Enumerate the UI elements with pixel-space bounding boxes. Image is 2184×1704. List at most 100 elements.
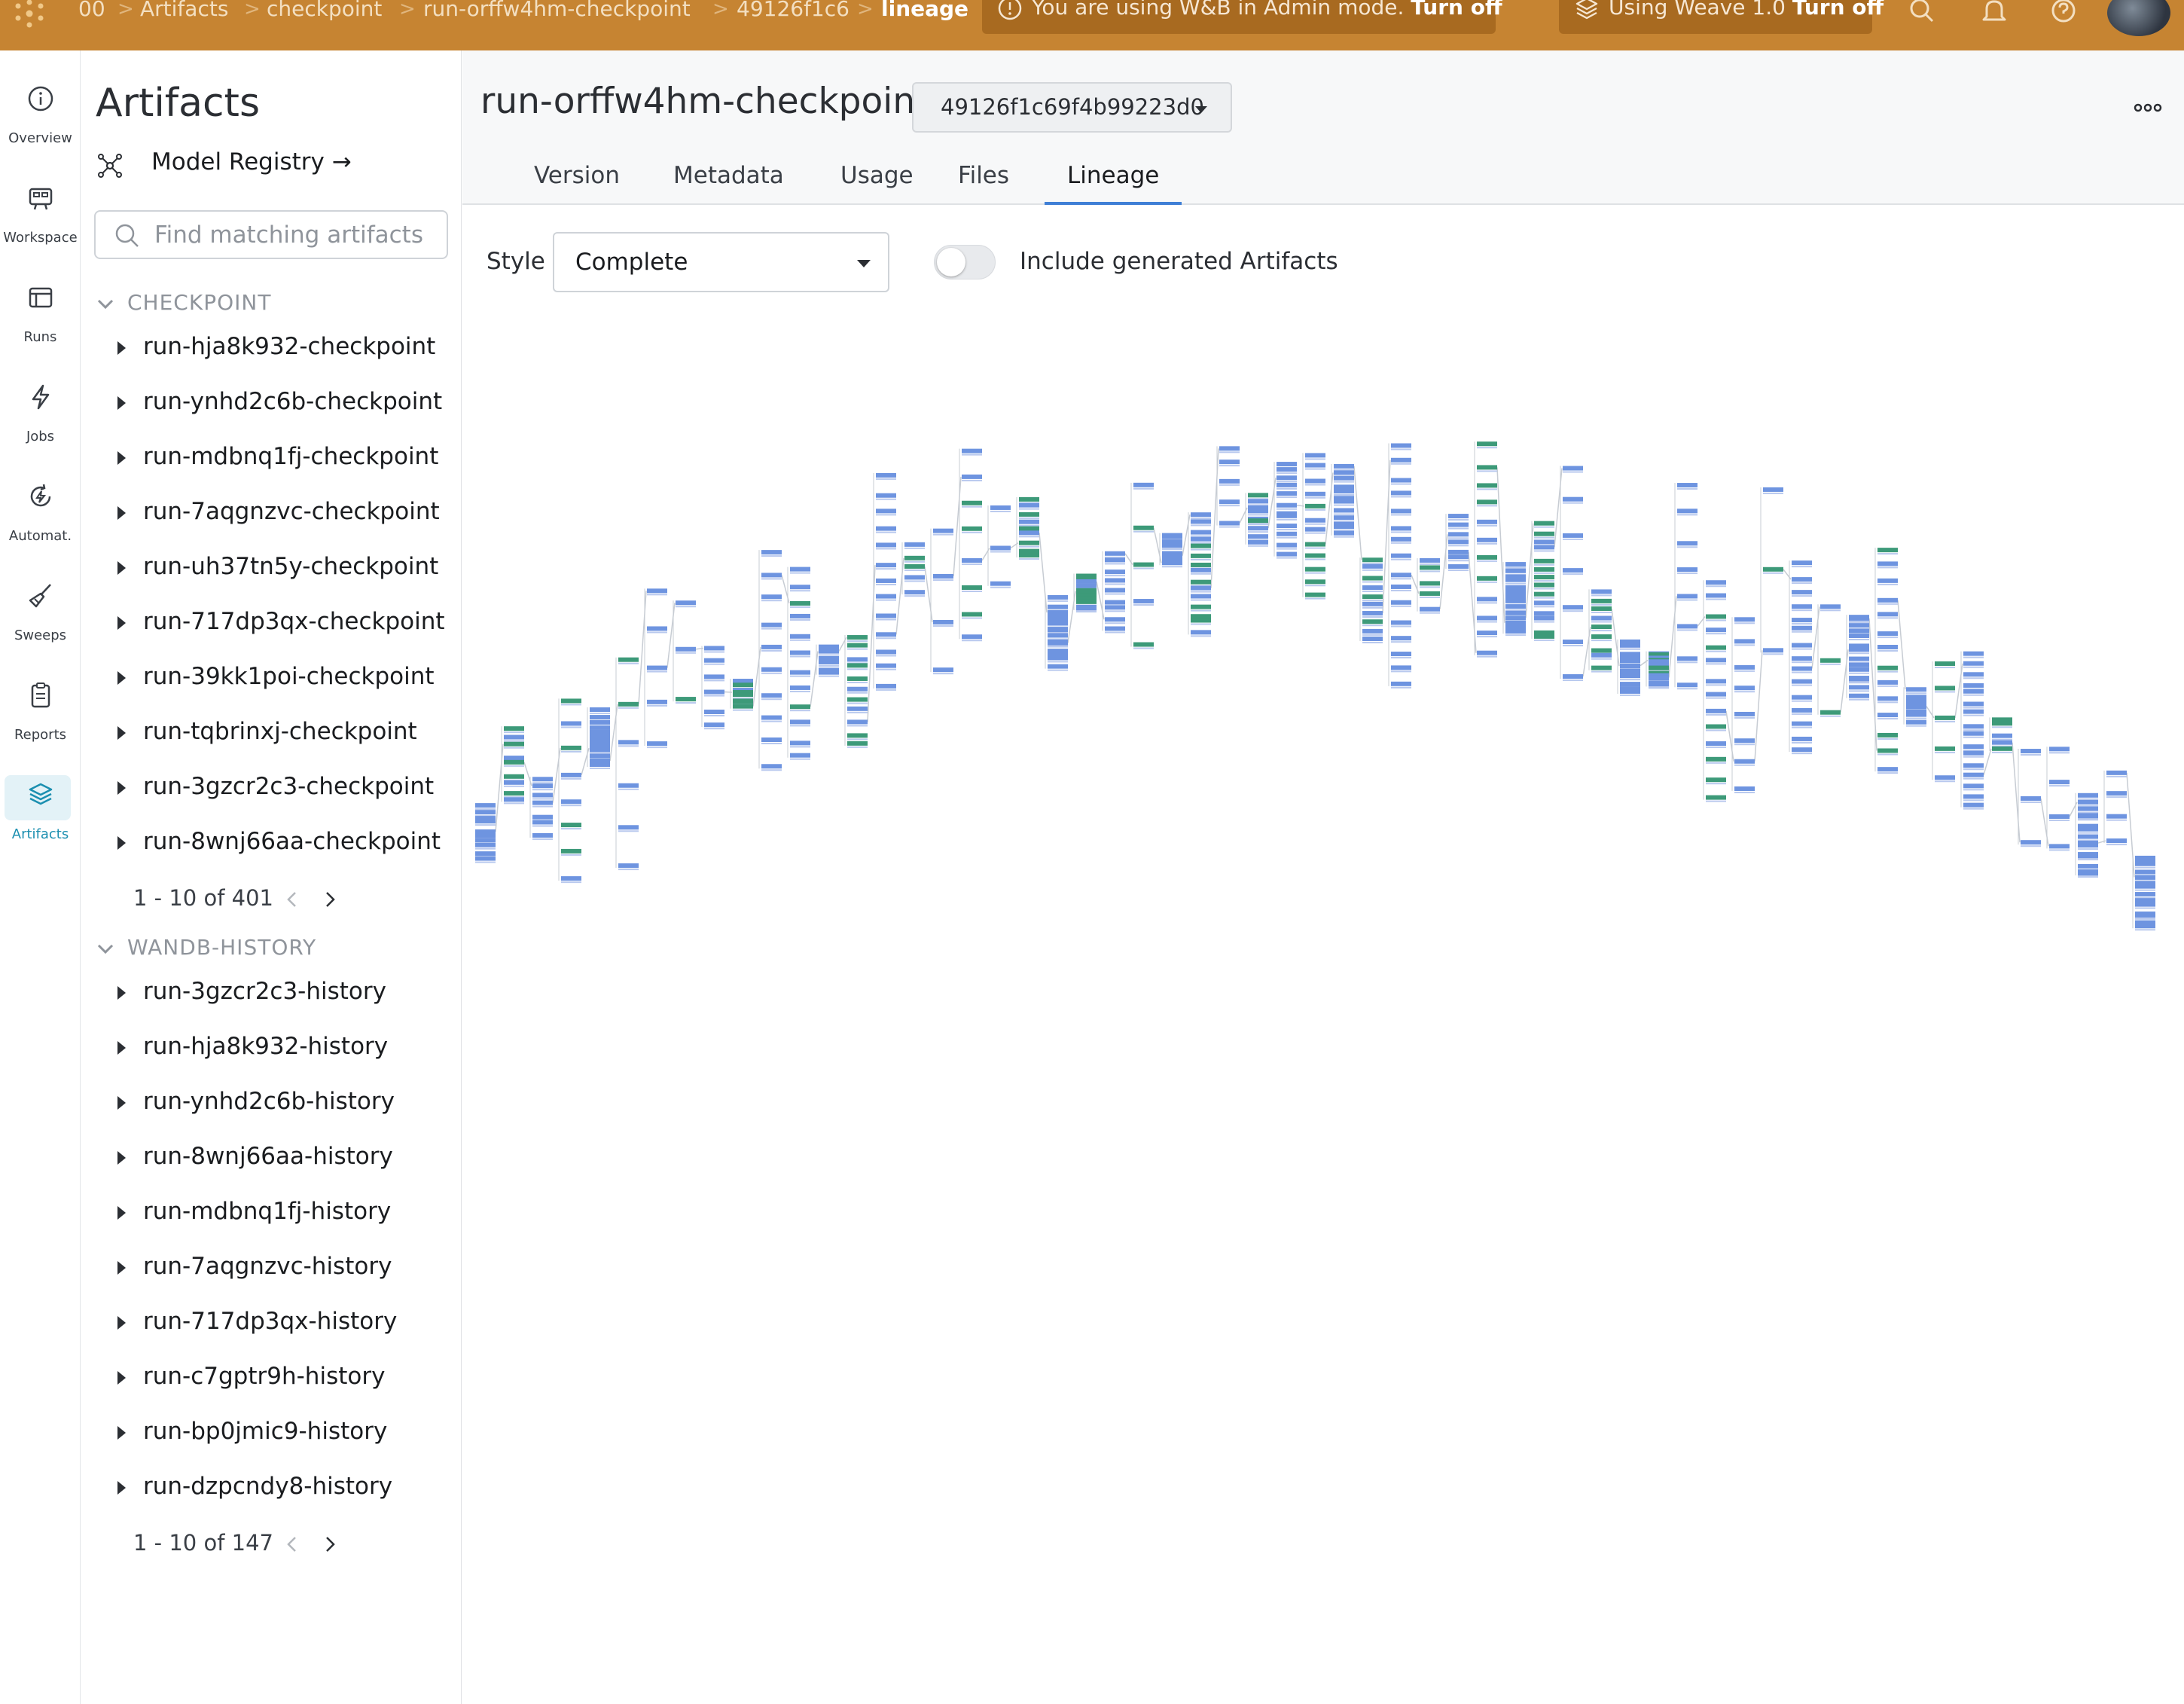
tab-lineage[interactable]: Lineage (1045, 159, 1182, 205)
help-icon[interactable] (2048, 0, 2079, 27)
artifact-list-item[interactable]: run-ynhd2c6b-checkpoint (117, 388, 449, 423)
nav-automations[interactable]: Automat. (0, 463, 81, 554)
artifact-list-item[interactable]: run-mdbnq1fj-checkpoint (117, 443, 449, 478)
lineage-node (704, 722, 724, 728)
nav-jobs[interactable]: Jobs (0, 364, 81, 454)
artifact-list-label: run-8wnj66aa-checkpoint (143, 828, 441, 855)
lineage-node-subtitle (618, 788, 639, 790)
artifact-list-item[interactable]: run-bp0jmic9-history (117, 1418, 449, 1452)
lineage-node (1391, 553, 1411, 558)
artifact-list-item[interactable]: run-717dp3qx-history (117, 1308, 449, 1342)
nav-workspace[interactable]: Workspace (0, 165, 81, 255)
artifact-list-item[interactable]: run-3gzcr2c3-checkpoint (117, 773, 449, 808)
bell-icon[interactable] (1979, 0, 2009, 27)
chevron-right-icon[interactable] (322, 890, 338, 909)
lineage-node (1277, 524, 1297, 529)
lineage-node (1191, 536, 1211, 542)
artifact-list-item[interactable]: run-3gzcr2c3-history (117, 978, 449, 1012)
nav-overview[interactable]: Overview (0, 66, 81, 156)
artifact-list-item[interactable]: run-39kk1poi-checkpoint (117, 663, 449, 698)
lineage-node-subtitle (1305, 458, 1325, 460)
tab-usage[interactable]: Usage (818, 159, 936, 205)
artifact-list-item[interactable]: run-8wnj66aa-history (117, 1143, 449, 1177)
section-header-wandb-history[interactable]: WANDB-HISTORY (96, 935, 442, 965)
caret-right-icon[interactable] (117, 1426, 126, 1440)
tab-files[interactable]: Files (935, 159, 1032, 205)
artifact-list-item[interactable]: run-ynhd2c6b-history (117, 1088, 449, 1122)
tab-metadata[interactable]: Metadata (651, 159, 807, 205)
artifact-list-item[interactable]: run-hja8k932-history (117, 1033, 449, 1067)
search-icon[interactable] (1907, 0, 1937, 27)
caret-right-icon[interactable] (117, 1151, 126, 1165)
lineage-node-subtitle (1963, 729, 1984, 731)
chevron-down-icon (97, 944, 114, 954)
weave-turn-off-button[interactable]: Turn off (1792, 0, 1884, 20)
search-input[interactable] (153, 218, 439, 252)
nav-artifacts[interactable]: Artifacts (0, 762, 81, 852)
style-dropdown[interactable]: Complete (553, 232, 889, 292)
caret-right-icon[interactable] (117, 616, 126, 630)
tab-version[interactable]: Version (511, 159, 642, 205)
lineage-edge (1754, 650, 1763, 762)
lineage-node (1448, 532, 1469, 537)
breadcrumb-artifact[interactable]: run-orffw4hm-checkpoint (423, 0, 691, 23)
chevron-left-icon[interactable] (284, 1535, 300, 1554)
admin-turn-off-button[interactable]: Turn off (1411, 0, 1502, 20)
caret-right-icon[interactable] (117, 396, 126, 410)
lineage-node (1362, 619, 1383, 624)
caret-right-icon[interactable] (117, 671, 126, 685)
chevron-left-icon[interactable] (284, 890, 300, 909)
wandb-logo-icon[interactable] (11, 0, 56, 30)
artifact-list-item[interactable]: run-hja8k932-checkpoint (117, 333, 449, 368)
artifact-list-item[interactable]: run-7aqgnzvc-history (117, 1253, 449, 1287)
caret-right-icon[interactable] (117, 1481, 126, 1495)
lineage-node (1191, 562, 1211, 567)
caret-right-icon[interactable] (117, 836, 126, 850)
caret-right-icon[interactable] (117, 1206, 126, 1220)
breadcrumb-artifacts[interactable]: Artifacts (140, 0, 228, 23)
caret-right-icon[interactable] (117, 986, 126, 1000)
caret-right-icon[interactable] (117, 561, 126, 575)
chevron-right-icon[interactable] (322, 1535, 338, 1554)
lineage-node-subtitle (1963, 656, 1984, 658)
version-dropdown[interactable]: 49126f1c69f4b99223d0 (912, 82, 1232, 133)
lineage-node (475, 819, 496, 824)
lineage-node-subtitle (1963, 677, 1984, 679)
breadcrumb-entity[interactable]: 00 (78, 0, 105, 23)
caret-right-icon[interactable] (117, 1316, 126, 1330)
info-icon (28, 86, 53, 111)
artifact-list-item[interactable]: run-7aqgnzvc-checkpoint (117, 498, 449, 533)
artifact-list-item[interactable]: run-uh37tn5y-checkpoint (117, 553, 449, 588)
artifact-search[interactable] (94, 210, 448, 259)
artifact-list-item[interactable]: run-8wnj66aa-checkpoint (117, 828, 449, 863)
nav-reports[interactable]: Reports (0, 662, 81, 753)
caret-right-icon[interactable] (117, 1371, 126, 1385)
artifact-list-item[interactable]: run-mdbnq1fj-history (117, 1198, 449, 1232)
artifact-list-item[interactable]: run-c7gptr9h-history (117, 1363, 449, 1397)
caret-right-icon[interactable] (117, 451, 126, 465)
caret-right-icon[interactable] (117, 506, 126, 520)
caret-right-icon[interactable] (117, 341, 126, 355)
caret-right-icon[interactable] (117, 1096, 126, 1110)
breadcrumb-type[interactable]: checkpoint (267, 0, 382, 23)
caret-right-icon[interactable] (117, 781, 126, 795)
lineage-graph[interactable] (462, 307, 2184, 1422)
section-header-checkpoint[interactable]: CHECKPOINT (96, 290, 442, 320)
caret-right-icon[interactable] (117, 1041, 126, 1055)
lineage-node (618, 701, 639, 707)
lineage-node (1334, 470, 1354, 475)
user-avatar[interactable] (2107, 0, 2170, 36)
lineage-node (1420, 565, 1440, 570)
lineage-node (1534, 615, 1554, 621)
artifact-list-item[interactable]: run-dzpcndy8-history (117, 1473, 449, 1507)
more-options-icon[interactable] (2133, 100, 2163, 115)
caret-right-icon[interactable] (117, 1261, 126, 1275)
breadcrumb-version[interactable]: 49126f1c6 (737, 0, 850, 23)
lineage-node (876, 683, 896, 689)
nav-runs[interactable]: Runs (0, 264, 81, 355)
include-generated-toggle[interactable] (934, 245, 996, 279)
caret-right-icon[interactable] (117, 726, 126, 740)
nav-sweeps[interactable]: Sweeps (0, 563, 81, 653)
artifact-list-item[interactable]: run-717dp3qx-checkpoint (117, 608, 449, 643)
artifact-list-item[interactable]: run-tqbrinxj-checkpoint (117, 718, 449, 753)
